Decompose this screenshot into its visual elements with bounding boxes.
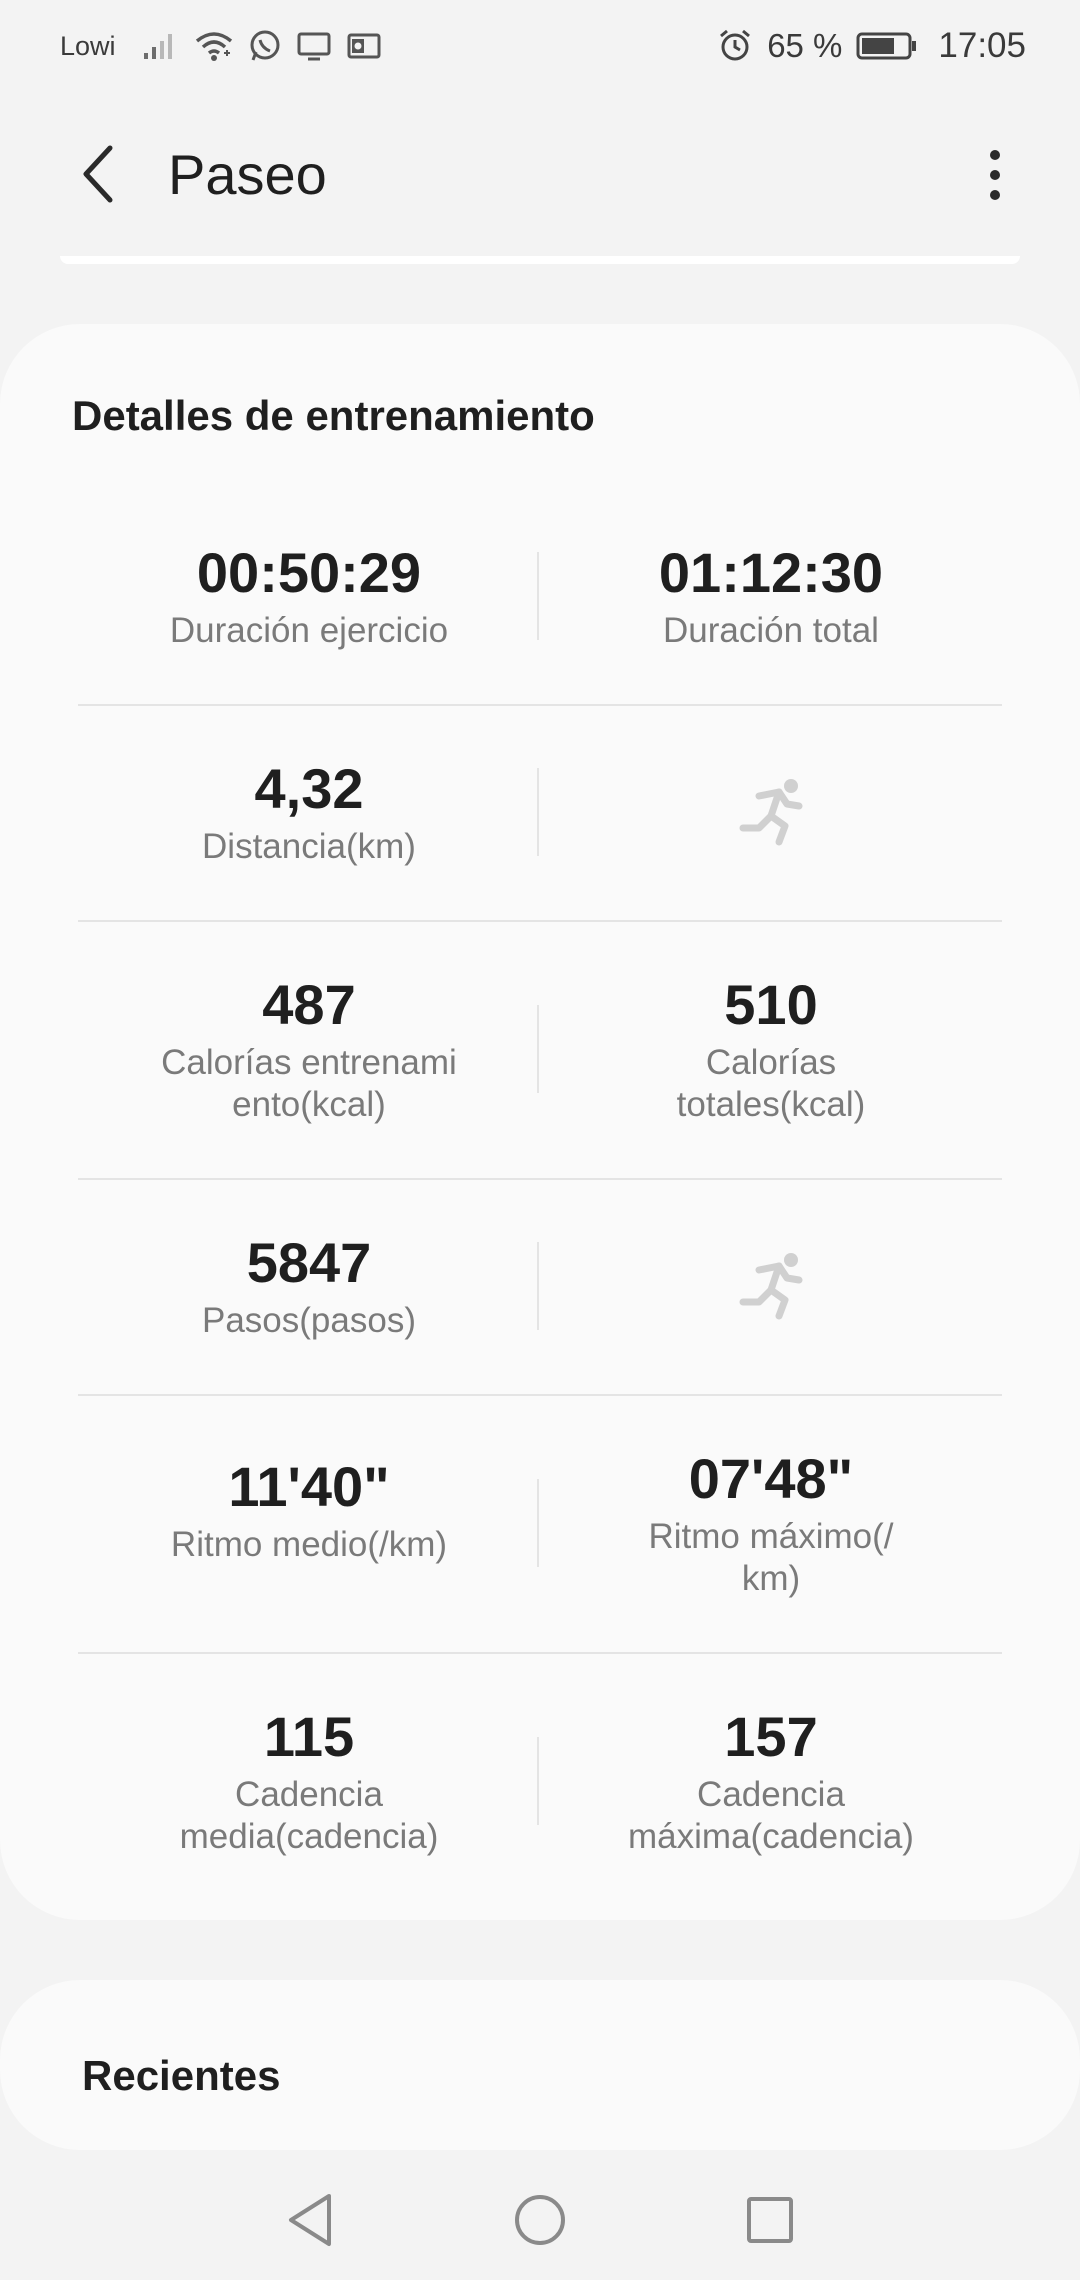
column-divider — [537, 1242, 539, 1330]
stat-max-cadence: 157 Cadencia máxima(cadencia) — [540, 1652, 1002, 1910]
carrier-name: Lowi — [60, 30, 116, 61]
signal-icon — [142, 31, 180, 61]
more-dot-icon — [990, 170, 1000, 180]
status-bar-left: Lowi — [60, 29, 382, 63]
alarm-icon — [717, 28, 753, 64]
recent-section-card[interactable]: Recientes — [0, 1980, 1080, 2150]
stat-value: 01:12:30 — [658, 541, 884, 604]
training-details-card: Detalles de entrenamiento 00:50:29 Durac… — [0, 324, 1080, 1920]
column-divider — [537, 1737, 539, 1825]
battery-percentage: 65 % — [767, 27, 843, 64]
stat-value: 11'40" — [228, 1455, 390, 1518]
stat-total-duration: 01:12:30 Duración total — [540, 488, 1002, 704]
running-person-icon — [739, 779, 803, 846]
screen-icon — [296, 30, 332, 62]
stat-training-calories: 487 Calorías entrenami ento(kcal) — [78, 920, 540, 1178]
clock-time: 17:05 — [938, 26, 1026, 65]
stat-steps: 5847 Pasos(pasos) — [78, 1178, 540, 1394]
battery-icon — [856, 31, 918, 61]
recent-section-title: Recientes — [82, 2052, 281, 2099]
stat-value: 4,32 — [254, 757, 364, 820]
column-divider — [537, 1005, 539, 1093]
stat-label: Duración ejercicio — [169, 611, 449, 650]
more-options-button[interactable] — [970, 142, 1020, 208]
stats-row-distance: 4,32 Distancia(km) — [78, 704, 1002, 922]
back-triangle-icon — [289, 2194, 331, 2246]
nav-back-button[interactable] — [280, 2190, 340, 2250]
stats-row-duration: 00:50:29 Duración ejercicio 01:12:30 Dur… — [78, 488, 1002, 706]
page-title: Paseo — [168, 143, 327, 206]
stat-value: 5847 — [246, 1231, 372, 1294]
stat-label: Duración total — [663, 611, 879, 650]
stats-row-pace: 11'40" Ritmo medio(/km) 07'48" Ritmo máx… — [78, 1394, 1002, 1654]
status-bar-right: 65 % 17:05 — [717, 26, 1026, 66]
column-divider — [537, 768, 539, 856]
stat-average-pace: 11'40" Ritmo medio(/km) — [78, 1394, 540, 1652]
stat-label: Cadencia media(cadencia) — [179, 1775, 439, 1856]
back-button[interactable] — [68, 144, 128, 204]
more-dot-icon — [990, 150, 1000, 160]
stat-distance: 4,32 Distancia(km) — [78, 704, 540, 920]
stat-value: 510 — [724, 973, 818, 1036]
nav-home-button[interactable] — [510, 2190, 570, 2250]
stat-max-pace: 07'48" Ritmo máximo(/ km) — [540, 1394, 1002, 1652]
stat-label: Calorías entrenami ento(kcal) — [161, 1043, 457, 1124]
stat-exercise-duration: 00:50:29 Duración ejercicio — [78, 488, 540, 704]
wifi-icon — [194, 29, 234, 63]
stat-placeholder — [540, 704, 1002, 920]
nav-recents-button[interactable] — [740, 2190, 800, 2250]
stat-label: Ritmo medio(/km) — [170, 1525, 448, 1564]
stat-label: Calorías totales(kcal) — [676, 1043, 866, 1124]
stat-average-cadence: 115 Cadencia media(cadencia) — [78, 1652, 540, 1910]
stats-row-cadence: 115 Cadencia media(cadencia) 157 Cadenci… — [78, 1652, 1002, 1910]
running-person-icon — [739, 1253, 803, 1320]
system-navigation-bar — [0, 2160, 1080, 2280]
more-dot-icon — [990, 190, 1000, 200]
recents-square-icon — [747, 2197, 793, 2243]
status-bar: Lowi 65 % 17:05 — [0, 0, 1080, 92]
column-divider — [537, 1479, 539, 1567]
outlook-icon — [346, 30, 382, 62]
stat-value: 487 — [262, 973, 356, 1036]
stat-value: 07'48" — [688, 1447, 854, 1510]
stats-row-calories: 487 Calorías entrenami ento(kcal) 510 Ca… — [78, 920, 1002, 1180]
stat-value: 157 — [724, 1705, 818, 1768]
whatsapp-icon — [248, 29, 282, 63]
stat-placeholder — [540, 1178, 1002, 1394]
previous-card-edge — [60, 256, 1020, 264]
stat-total-calories: 510 Calorías totales(kcal) — [540, 920, 1002, 1178]
card-title: Detalles de entrenamiento — [72, 392, 595, 439]
back-arrow-icon — [83, 145, 113, 203]
stat-label: Cadencia máxima(cadencia) — [628, 1775, 914, 1856]
stat-label: Ritmo máximo(/ km) — [648, 1517, 894, 1598]
column-divider — [537, 552, 539, 640]
stats-row-steps: 5847 Pasos(pasos) — [78, 1178, 1002, 1396]
app-header: Paseo — [0, 120, 1080, 230]
stat-label: Distancia(km) — [202, 827, 416, 866]
home-circle-icon — [515, 2195, 565, 2245]
stat-value: 00:50:29 — [196, 541, 422, 604]
stat-value: 115 — [263, 1705, 355, 1768]
stat-label: Pasos(pasos) — [202, 1301, 416, 1340]
